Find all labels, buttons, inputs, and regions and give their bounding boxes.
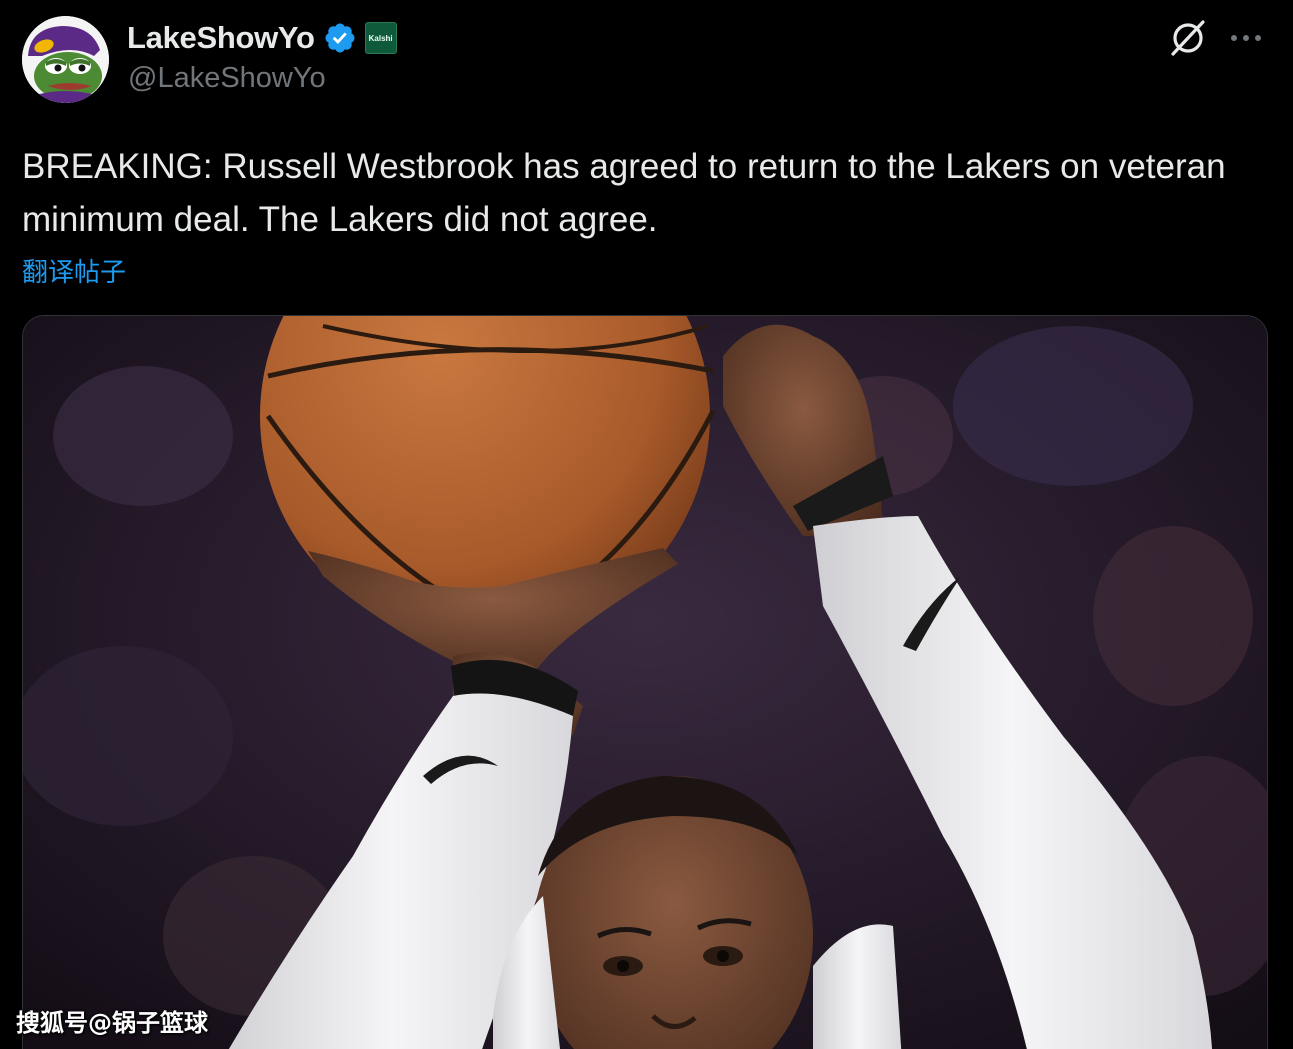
grok-icon[interactable]	[1167, 17, 1209, 59]
affiliate-badge-label: Kalshi	[368, 33, 393, 43]
pepe-avatar-image	[22, 16, 109, 103]
author-handle[interactable]: @LakeShowYo	[128, 62, 326, 95]
tweet-media-image[interactable]	[22, 315, 1268, 1049]
westbrook-shooting-photo	[23, 316, 1267, 1049]
watermark-text: 搜狐号@锅子篮球	[16, 1009, 208, 1037]
tweet-text: BREAKING: Russell Westbrook has agreed t…	[22, 147, 1226, 239]
author-avatar[interactable]	[22, 16, 109, 103]
more-options-icon[interactable]	[1225, 20, 1267, 56]
verified-badge-icon[interactable]	[323, 21, 357, 55]
translate-post-link[interactable]: 翻译帖子	[22, 252, 126, 289]
author-display-name[interactable]: LakeShowYo	[127, 20, 315, 56]
tweet-page: LakeShowYo Kalshi @LakeShowYo BREAKING: …	[0, 0, 1293, 1049]
affiliate-badge[interactable]: Kalshi	[364, 22, 397, 54]
author-name-row: LakeShowYo Kalshi	[127, 18, 397, 58]
